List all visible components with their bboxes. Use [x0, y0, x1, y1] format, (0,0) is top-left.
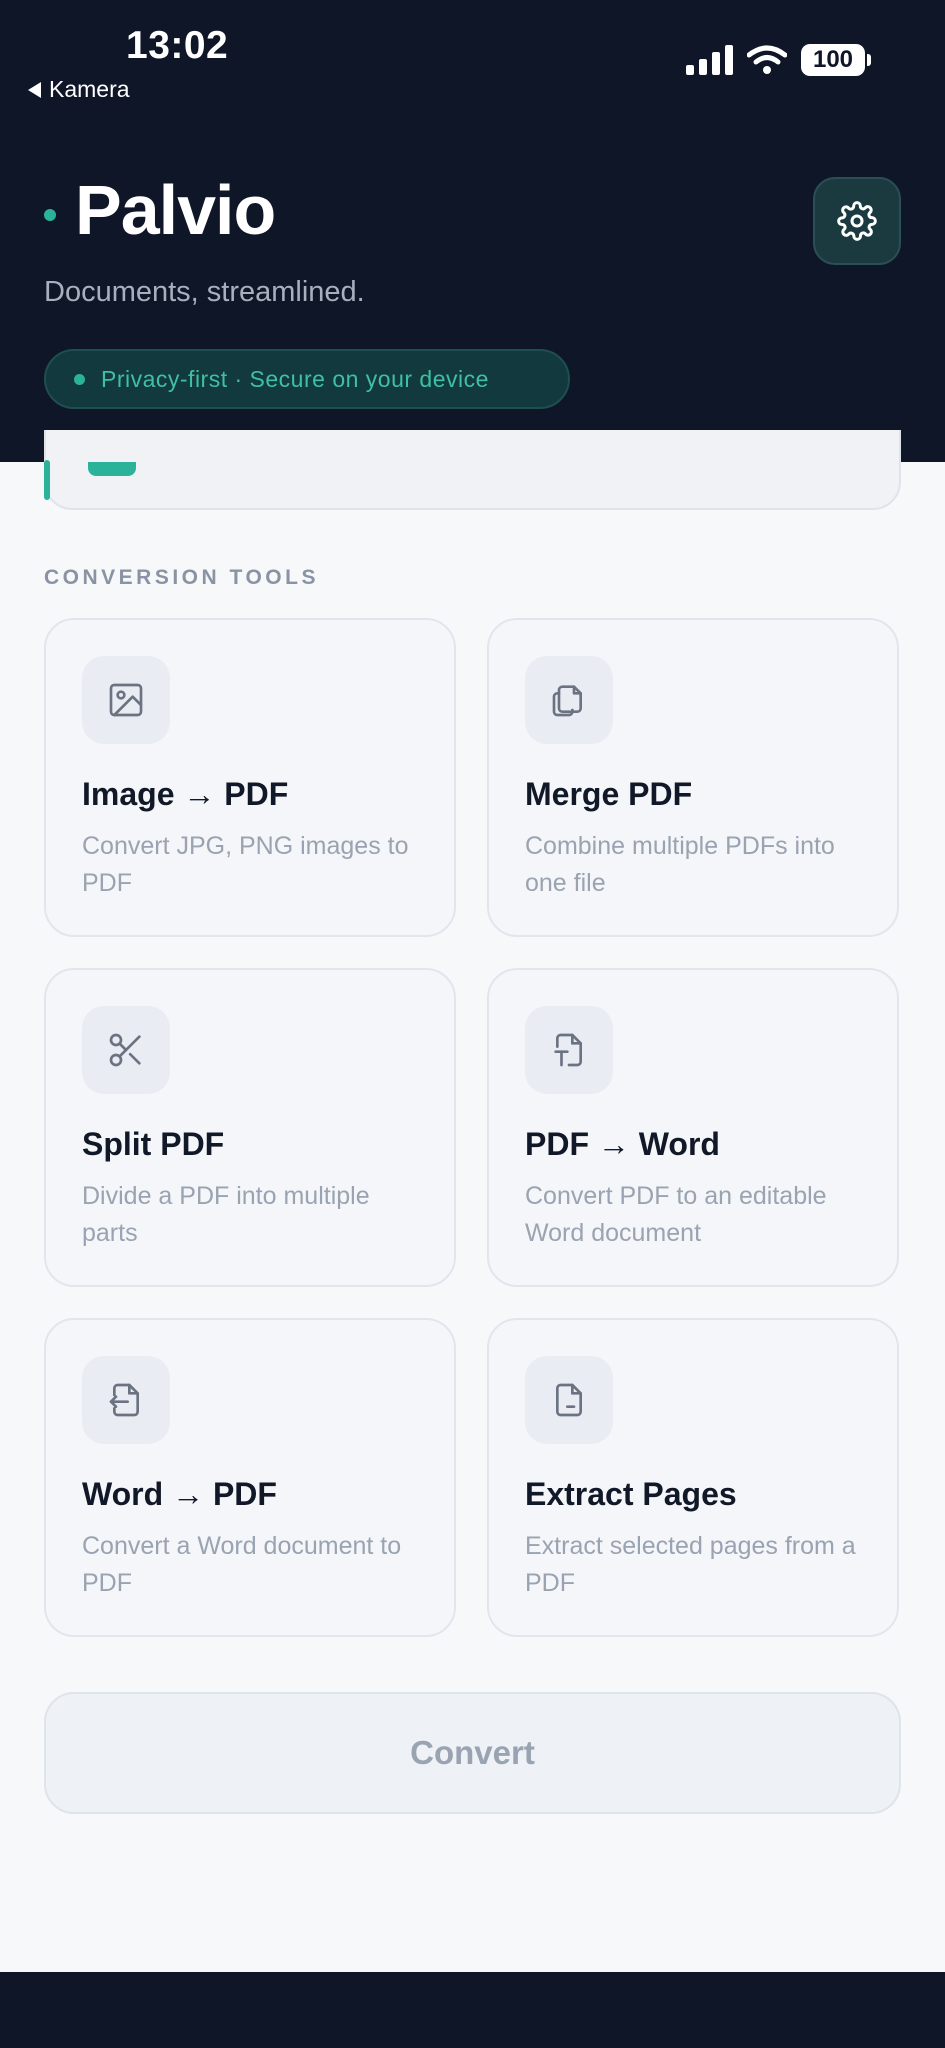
wifi-icon: [747, 45, 787, 74]
tool-title: Extract Pages: [525, 1476, 737, 1512]
tool-card-word-to-pdf[interactable]: Word → PDF Convert a Word document to PD…: [44, 1318, 456, 1637]
bottom-bar: [0, 1972, 945, 2048]
tool-icon-container: [525, 656, 613, 744]
section-title: CONVERSION TOOLS: [44, 566, 319, 589]
tool-description: Convert PDF to an editable Word document: [525, 1182, 827, 1247]
cellular-signal-icon: [686, 45, 733, 75]
tool-description: Convert a Word document to PDF: [82, 1532, 402, 1597]
app-title: Palvio: [75, 171, 276, 249]
tool-description: Extract selected pages from a PDF: [525, 1532, 856, 1597]
tool-description: Combine multiple PDFs into one file: [525, 832, 835, 897]
app-tagline: Documents, streamlined.: [44, 276, 365, 308]
tool-card-pdf-to-word[interactable]: PDF → Word Convert PDF to an editable Wo…: [487, 968, 899, 1287]
peek-card-chip: [88, 462, 136, 476]
app-header: 13:02 Kamera 100 Palvio Documents, strea…: [0, 0, 945, 462]
convert-button[interactable]: Convert: [44, 1692, 901, 1814]
scissors-icon: [109, 1033, 141, 1067]
tool-title: Split PDF: [82, 1126, 225, 1162]
status-indicators: 100: [686, 44, 871, 76]
privacy-badge-text: Privacy-first · Secure on your device: [101, 365, 489, 392]
copy-files-icon: [552, 685, 582, 717]
tool-title: Image → PDF: [82, 776, 289, 812]
tool-card-merge-pdf[interactable]: Merge PDF Combine multiple PDFs into one…: [487, 618, 899, 937]
tool-title: Word → PDF: [82, 1476, 277, 1512]
file-icon: [556, 1383, 582, 1417]
settings-button[interactable]: [813, 177, 901, 265]
tool-description: Divide a PDF into multiple parts: [82, 1182, 370, 1247]
tool-icon-container: [82, 656, 170, 744]
tool-icon-container: [82, 1356, 170, 1444]
tool-card-extract-pages[interactable]: Extract Pages Extract selected pages fro…: [487, 1318, 899, 1637]
tool-card-image-to-pdf[interactable]: Image → PDF Convert JPG, PNG images to P…: [44, 618, 456, 937]
file-import-icon: [109, 1383, 139, 1417]
peek-card-accent: [44, 460, 50, 500]
tool-card-split-pdf[interactable]: Split PDF Divide a PDF into multiple par…: [44, 968, 456, 1287]
back-link-label: Kamera: [49, 76, 130, 102]
privacy-dot-icon: [74, 373, 85, 385]
tool-icon-container: [82, 1006, 170, 1094]
battery-icon: 100: [801, 44, 871, 76]
back-to-camera-link[interactable]: Kamera: [28, 76, 130, 103]
tool-description: Convert JPG, PNG images to PDF: [82, 832, 409, 897]
text-file-icon: [554, 1033, 582, 1067]
image-icon: [109, 683, 143, 717]
status-time: 13:02: [126, 24, 229, 67]
tool-icon-container: [525, 1356, 613, 1444]
gear-icon: [837, 201, 877, 241]
back-arrow-icon: [28, 81, 41, 98]
brand-dot: [44, 209, 56, 221]
partially-hidden-card: [44, 430, 901, 510]
tool-title: PDF → Word: [525, 1126, 720, 1162]
tool-icon-container: [525, 1006, 613, 1094]
privacy-badge: Privacy-first · Secure on your device: [44, 349, 570, 409]
tool-title: Merge PDF: [525, 776, 693, 812]
